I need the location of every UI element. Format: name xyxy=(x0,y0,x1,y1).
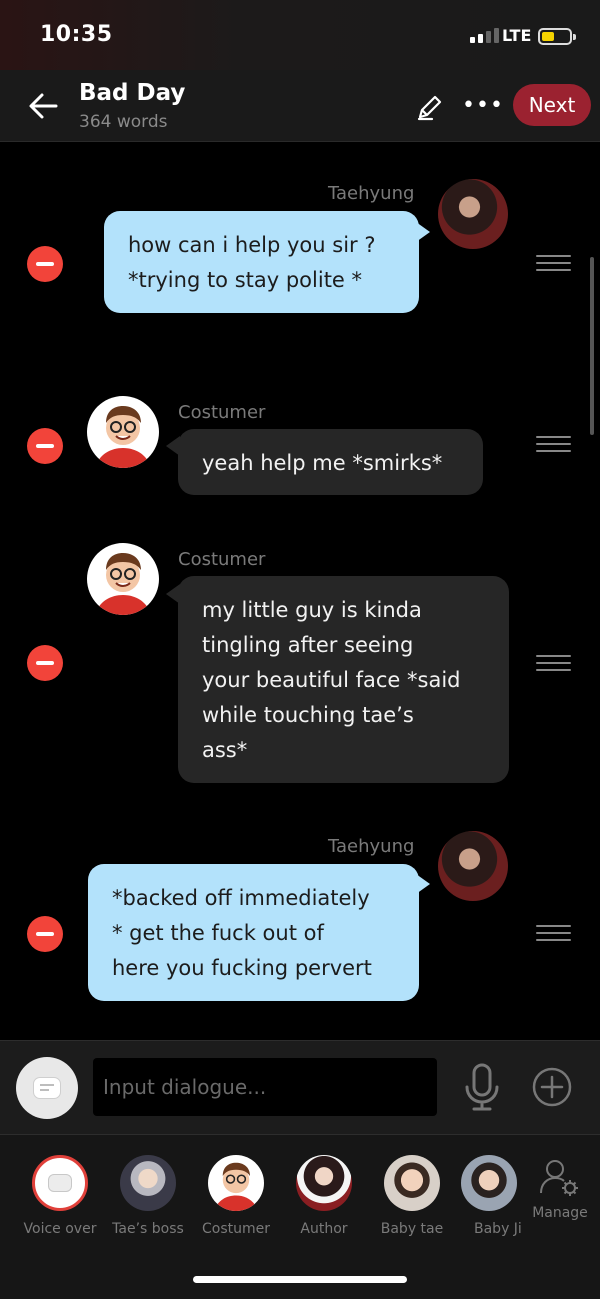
delete-message-button[interactable] xyxy=(27,916,63,952)
avatar[interactable] xyxy=(87,543,159,615)
speaker-name: Taehyung xyxy=(328,183,415,204)
message-bubble[interactable]: how can i help you sir ? *trying to stay… xyxy=(104,211,419,313)
next-button[interactable]: Next xyxy=(513,84,591,126)
word-count: 364 words xyxy=(79,112,168,132)
character-bar: Voice over Tae’s boss Costumer Author Ba… xyxy=(0,1134,600,1299)
role-label: Costumer xyxy=(201,1221,270,1237)
message-line: here you fucking pervert xyxy=(112,956,372,980)
role-label: Manage xyxy=(532,1205,588,1221)
battery-icon xyxy=(538,28,576,45)
avatar xyxy=(296,1155,352,1211)
top-bar: Bad Day 364 words ••• Next xyxy=(0,70,600,142)
avatar[interactable] xyxy=(438,831,508,901)
avatar[interactable] xyxy=(438,179,508,249)
avatar-illustration xyxy=(95,553,151,615)
add-icon[interactable] xyxy=(532,1067,572,1107)
delete-message-button[interactable] xyxy=(27,428,63,464)
home-indicator[interactable] xyxy=(193,1276,407,1283)
network-label: LTE xyxy=(502,26,532,45)
more-options-icon[interactable]: ••• xyxy=(462,94,504,118)
role-author[interactable]: Author xyxy=(279,1155,369,1237)
manage-user-icon xyxy=(540,1160,578,1196)
chat-bubble-icon xyxy=(33,1077,61,1099)
message-line: *backed off immediately xyxy=(112,886,370,910)
role-label: Tae’s boss xyxy=(112,1221,184,1237)
bubble-tail xyxy=(416,222,430,242)
message-line: how can i help you sir ? xyxy=(128,233,376,257)
drag-handle-icon[interactable] xyxy=(536,436,571,456)
avatar xyxy=(461,1155,517,1211)
speaker-name: Taehyung xyxy=(328,836,415,857)
dialogue-input[interactable] xyxy=(93,1058,437,1116)
role-baby-tae[interactable]: Baby tae xyxy=(367,1155,457,1237)
role-label: Baby Ji xyxy=(474,1221,522,1237)
delete-message-button[interactable] xyxy=(27,246,63,282)
message-line: yeah help me *smirks* xyxy=(202,451,443,475)
message-line: tingling after seeing xyxy=(202,633,414,657)
role-label: Baby tae xyxy=(380,1221,444,1237)
message-line: * get the fuck out of xyxy=(112,921,324,945)
avatar xyxy=(120,1155,176,1211)
input-bar xyxy=(0,1040,600,1134)
back-arrow-icon[interactable] xyxy=(26,88,62,124)
status-time: 10:35 xyxy=(40,22,113,47)
chat-bubble-icon xyxy=(32,1155,88,1211)
drag-handle-icon[interactable] xyxy=(536,925,571,945)
message-line: my little guy is kinda xyxy=(202,598,422,622)
avatar[interactable] xyxy=(87,396,159,468)
avatar-illustration xyxy=(95,406,151,468)
voice-over-toggle-button[interactable] xyxy=(16,1057,78,1119)
message-line: *trying to stay polite * xyxy=(128,268,363,292)
message-line: ass* xyxy=(202,738,248,762)
story-title: Bad Day xyxy=(79,80,186,106)
delete-message-button[interactable] xyxy=(27,645,63,681)
role-label: Author xyxy=(300,1221,348,1237)
speaker-name: Costumer xyxy=(178,402,266,423)
microphone-icon[interactable] xyxy=(462,1063,502,1111)
bubble-tail xyxy=(416,874,430,894)
message-bubble[interactable]: *backed off immediately * get the fuck o… xyxy=(88,864,419,1001)
avatar xyxy=(208,1155,264,1211)
speaker-name: Costumer xyxy=(178,549,266,570)
avatar xyxy=(384,1155,440,1211)
role-taes-boss[interactable]: Tae’s boss xyxy=(103,1155,193,1237)
scrollbar[interactable] xyxy=(590,257,594,435)
role-label: Voice over xyxy=(23,1221,97,1237)
drag-handle-icon[interactable] xyxy=(536,255,571,275)
message-line: while touching tae’s xyxy=(202,703,414,727)
role-costumer[interactable]: Costumer xyxy=(191,1155,281,1237)
message-line: your beautiful face *said xyxy=(202,668,461,692)
role-baby-ji[interactable]: Baby Ji xyxy=(455,1155,523,1237)
drag-handle-icon[interactable] xyxy=(536,655,571,675)
status-bar: 10:35 LTE xyxy=(0,0,600,70)
role-manage[interactable]: Manage xyxy=(527,1155,593,1221)
edit-pencil-icon[interactable] xyxy=(415,92,445,122)
message-bubble[interactable]: yeah help me *smirks* xyxy=(178,429,483,495)
message-bubble[interactable]: my little guy is kinda tingling after se… xyxy=(178,576,509,783)
signal-icon xyxy=(470,28,499,43)
role-voice-over[interactable]: Voice over xyxy=(15,1155,105,1237)
avatar-illustration xyxy=(214,1162,258,1211)
